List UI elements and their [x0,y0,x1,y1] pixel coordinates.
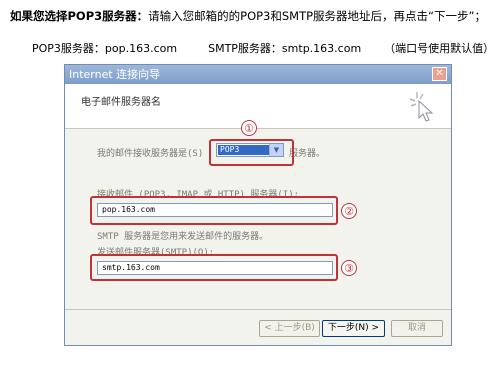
cancel-button[interactable]: 取消 [391,320,443,337]
pop3-server-info: POP3服务器：pop.163.com [32,42,178,55]
annotation-box-1 [209,139,294,166]
annotation-number-3: ③ [341,260,357,276]
close-icon[interactable]: ✕ [432,67,447,81]
instruction-rest: 请输入您邮箱的的POP3和SMTP服务器地址后，再点击“下一步”； [148,9,486,23]
annotation-box-2 [90,196,338,225]
wizard-page-title: 电子邮件服务器名 [81,97,161,108]
incoming-type-suffix: 服务器。 [289,149,326,159]
wizard-header: 电子邮件服务器名 [65,84,451,129]
annotation-number-2: ② [341,203,357,219]
server-info-line: POP3服务器：pop.163.com SMTP服务器：smtp.163.com… [32,40,494,56]
wizard-footer: < 上一步(B) 下一步(N) > 取消 [65,309,451,345]
next-button[interactable]: 下一步(N) > [322,320,385,337]
instruction-text: 如果您选择POP3服务器：请输入您邮箱的的POP3和SMTP服务器地址后，再点击… [10,8,495,24]
wizard-cursor-icon [409,92,434,122]
annotation-box-3 [90,254,338,281]
smtp-note: SMTP 服务器是您用来发送邮件的服务器。 [97,232,269,242]
dialog-title: Internet 连接向导 [69,68,161,81]
instruction-bold: 如果您选择POP3服务器： [10,9,149,23]
incoming-type-label: 我的邮件接收服务器是(S) [97,149,204,159]
back-button[interactable]: < 上一步(B) [259,320,320,337]
annotation-number-1: ① [241,120,257,136]
smtp-server-info: SMTP服务器：smtp.163.com [208,42,362,55]
dialog-titlebar[interactable]: Internet 连接向导 ✕ [65,65,451,84]
port-note: （端口号使用默认值） [384,42,495,55]
